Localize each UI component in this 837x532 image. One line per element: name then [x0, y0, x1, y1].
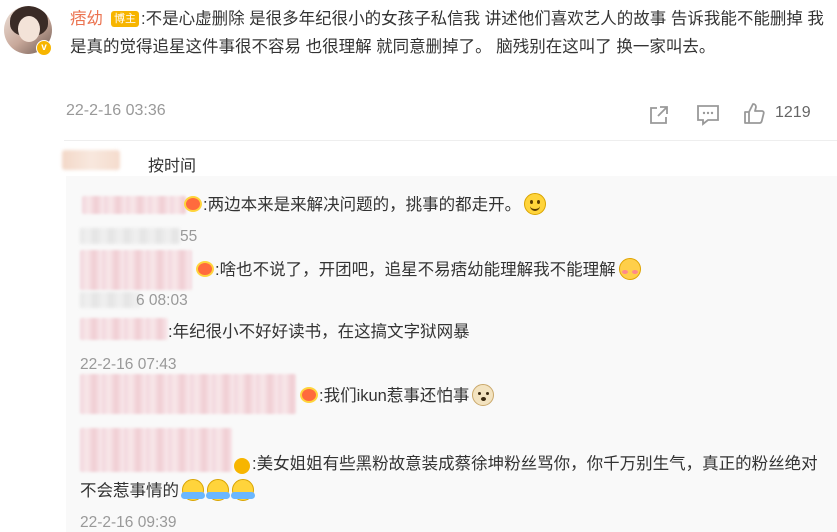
redacted-username — [80, 250, 192, 290]
comment-item: :两边本来是来解决问题的，挑事的都走开。 — [184, 192, 547, 219]
dog-emoji — [472, 384, 495, 406]
post-text: :不是心虚删除 是很多年纪很小的女孩子私信我 讲述他们喜欢艺人的故事 告诉我能不… — [70, 10, 824, 56]
comment-time: 55 — [180, 228, 198, 245]
role-tag: 博主 — [111, 11, 139, 27]
redacted-username — [80, 318, 168, 340]
comment-text: :啥也不说了，开团吧，追星不易痞幼能理解我不能理解 — [215, 261, 616, 279]
redacted-username — [82, 196, 186, 214]
verified-icon: v — [36, 40, 52, 56]
comment-time: 22-2-16 07:43 — [80, 356, 177, 373]
shy-emoji — [618, 258, 641, 280]
redacted-time — [80, 292, 140, 308]
sort-by-time-tab[interactable]: 按时间 — [148, 152, 196, 176]
verified-icon: v — [234, 458, 394, 474]
divider — [64, 140, 837, 141]
hug-emoji — [181, 479, 205, 501]
fan-badge-icon — [184, 196, 202, 212]
comment-item: v:美女姐姐有些黑粉故意装成蔡徐坤粉丝骂你，你千万别生气，真正的粉丝绝对不会惹事… — [80, 451, 824, 505]
comment-text: :年纪很小不好好读书，在这搞文字狱网暴 — [168, 323, 470, 341]
post-time: 22-2-16 03:36 — [66, 102, 166, 119]
share-icon[interactable] — [648, 104, 670, 131]
comment-text: :我们ikun惹事还怕事 — [319, 387, 470, 405]
comment-text: :两边本来是来解决问题的，挑事的都走开。 — [203, 196, 522, 214]
hug-emoji — [206, 479, 230, 501]
comment-item: :年纪很小不好好读书，在这搞文字狱网暴 — [168, 319, 470, 346]
post-username[interactable]: 痞幼 — [70, 10, 103, 28]
smile-emoji — [524, 193, 547, 215]
redacted-time — [80, 228, 180, 244]
like-count: 1219 — [775, 104, 811, 121]
comment-item: :啥也不说了，开团吧，追星不易痞幼能理解我不能理解 — [196, 257, 641, 284]
hug-emoji — [231, 479, 255, 501]
redacted-username — [80, 374, 296, 414]
sort-option-blurred[interactable] — [62, 150, 120, 170]
fan-badge-icon — [196, 261, 214, 277]
comment-time: 6 08:03 — [136, 292, 188, 309]
comment-item: :我们ikun惹事还怕事 — [300, 383, 495, 410]
comment-time: 22-2-16 09:39 — [80, 514, 177, 531]
post-content: 痞幼 博主:不是心虚删除 是很多年纪很小的女孩子私信我 讲述他们喜欢艺人的故事 告… — [70, 6, 830, 61]
fan-badge-icon — [300, 387, 318, 403]
like-icon[interactable] — [742, 102, 766, 131]
comment-icon[interactable] — [696, 104, 720, 131]
